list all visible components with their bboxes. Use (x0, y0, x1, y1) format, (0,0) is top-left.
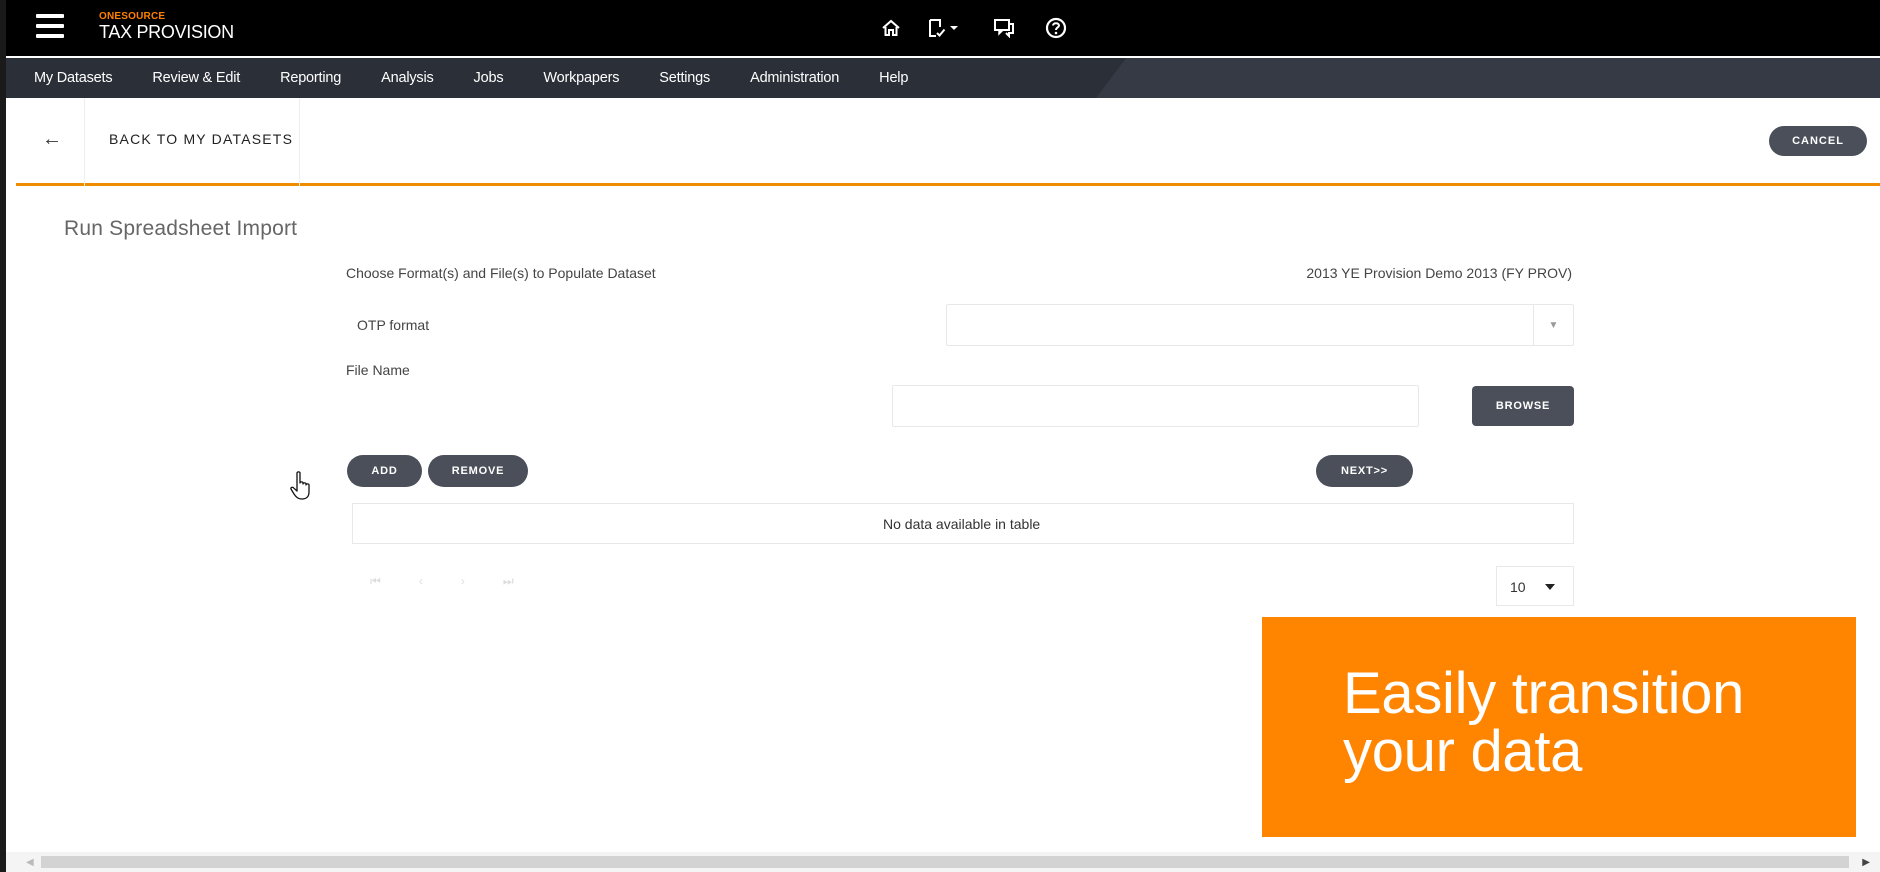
chat-icon[interactable] (993, 18, 1015, 38)
main-nav: My Datasets Review & Edit Reporting Anal… (6, 58, 1880, 98)
page-size-select[interactable]: 10 (1496, 566, 1574, 606)
caret-down-icon (1545, 584, 1555, 590)
browse-button[interactable]: BROWSE (1472, 386, 1574, 426)
scroll-left-icon[interactable]: ◀ (26, 857, 34, 868)
brand-small-text: ONESOURCE (99, 11, 166, 22)
previous-page-icon[interactable]: ‹ (419, 574, 423, 589)
file-name-input[interactable] (892, 385, 1419, 427)
files-table: No data available in table (352, 503, 1574, 544)
format-select[interactable]: ▼ (946, 304, 1574, 346)
next-button[interactable]: NEXT>> (1316, 455, 1413, 487)
page-size-value: 10 (1510, 579, 1526, 595)
nav-item-help[interactable]: Help (879, 70, 908, 86)
promo-banner: Easily transition your data (1262, 617, 1856, 837)
home-icon[interactable] (881, 19, 901, 37)
page-title: Run Spreadsheet Import (64, 217, 298, 240)
horizontal-scrollbar[interactable]: ◀ ▶ (6, 852, 1880, 872)
app-window: ONESOURCE TAX PROVISION My Datasets Revi… (6, 0, 1880, 872)
nav-items: My Datasets Review & Edit Reporting Anal… (34, 58, 948, 98)
scroll-right-icon[interactable]: ▶ (1862, 857, 1870, 868)
format-label: OTP format (357, 317, 430, 333)
chevron-down-icon[interactable] (949, 24, 959, 32)
divider (84, 98, 85, 186)
first-page-icon[interactable]: ⏮ (370, 574, 381, 589)
cancel-button[interactable]: CANCEL (1769, 126, 1867, 156)
top-icon-group (881, 14, 1093, 42)
nav-background-accent (1096, 58, 1880, 98)
page-subheader: ← BACK TO MY DATASETS CANCEL (16, 98, 1880, 186)
promo-text: Easily transition your data (1343, 665, 1744, 781)
top-bar: ONESOURCE TAX PROVISION (6, 0, 1880, 56)
nav-item-workpapers[interactable]: Workpapers (543, 70, 619, 86)
nav-item-analysis[interactable]: Analysis (381, 70, 434, 86)
back-arrow-icon[interactable]: ← (42, 128, 62, 151)
choose-format-label: Choose Format(s) and File(s) to Populate… (346, 265, 656, 281)
chevron-down-icon[interactable]: ▼ (1533, 305, 1573, 345)
promo-line-1: Easily transition (1343, 661, 1745, 726)
file-name-label: File Name (346, 362, 410, 378)
nav-item-jobs[interactable]: Jobs (474, 70, 504, 86)
nav-item-reporting[interactable]: Reporting (280, 70, 341, 86)
help-icon[interactable] (1045, 17, 1067, 39)
empty-table-message: No data available in table (883, 516, 1041, 532)
table-pager: ⏮ ‹ › ⏭ (370, 574, 552, 589)
back-to-datasets-link[interactable]: BACK TO MY DATASETS (109, 131, 293, 147)
brand-logo[interactable]: ONESOURCE TAX PROVISION (99, 11, 234, 42)
table-fade (353, 504, 823, 543)
hand-pointer-icon (290, 470, 314, 507)
add-button[interactable]: ADD (347, 455, 422, 487)
nav-item-my-datasets[interactable]: My Datasets (34, 70, 113, 86)
promo-line-2: your data (1343, 719, 1583, 784)
next-page-icon[interactable]: › (461, 574, 465, 589)
brand-large-text: TAX PROVISION (99, 22, 234, 42)
nav-item-review-edit[interactable]: Review & Edit (152, 70, 240, 86)
scrollbar-thumb[interactable] (41, 856, 1849, 868)
dataset-name: 2013 YE Provision Demo 2013 (FY PROV) (1306, 265, 1572, 281)
document-check-icon[interactable] (927, 18, 959, 38)
divider (299, 98, 300, 186)
nav-item-administration[interactable]: Administration (750, 70, 839, 86)
last-page-icon[interactable]: ⏭ (503, 574, 514, 589)
menu-icon[interactable] (36, 14, 66, 40)
nav-item-settings[interactable]: Settings (659, 70, 710, 86)
remove-button[interactable]: REMOVE (428, 455, 528, 487)
